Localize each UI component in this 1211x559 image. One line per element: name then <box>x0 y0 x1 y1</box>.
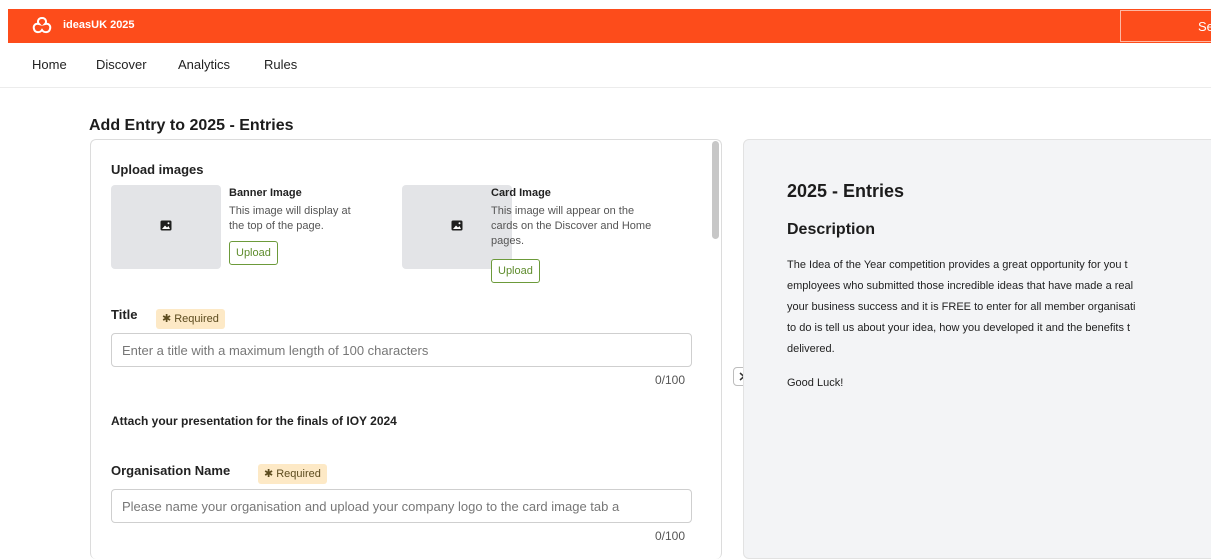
asterisk-icon: ✱ <box>162 313 172 325</box>
form-scrollbar[interactable] <box>712 141 719 239</box>
required-badge: ✱ Required <box>156 309 225 329</box>
organisation-char-counter: 0/100 <box>655 529 686 543</box>
asterisk-icon: ✱ <box>264 468 274 480</box>
description-line: your business success and it is FREE to … <box>787 301 1136 313</box>
banner-image-title: Banner Image <box>229 187 302 199</box>
panel-title: 2025 - Entries <box>787 181 905 201</box>
description-line: delivered. <box>787 343 835 355</box>
title-input[interactable]: Enter a title with a maximum length of 1… <box>111 333 692 367</box>
image-icon <box>451 220 463 231</box>
closing-text: Good Luck! <box>787 377 844 389</box>
panel-subtitle: Description <box>787 221 876 238</box>
ideasuk-logo-icon[interactable] <box>31 16 53 36</box>
nav-item-discover[interactable]: Discover <box>96 57 147 72</box>
top-right-button[interactable]: Se <box>1120 10 1211 42</box>
nav-item-rules[interactable]: Rules <box>264 57 297 72</box>
description-line: to do is tell us about your idea, how yo… <box>787 322 1131 334</box>
app-name: ideasUK 2025 <box>63 19 135 31</box>
main-nav: Home Discover Analytics Rules <box>0 44 1211 88</box>
card-image-description: This image will appear on the cards on t… <box>491 205 652 247</box>
image-icon <box>160 220 172 231</box>
top-bar: ideasUK 2025 Se <box>8 9 1211 43</box>
banner-image-placeholder <box>111 185 221 269</box>
description-line: employees who submitted those incredible… <box>787 280 1134 292</box>
card-upload-button[interactable]: Upload <box>491 259 540 283</box>
attach-presentation-label: Attach your presentation for the finals … <box>111 414 397 428</box>
organisation-name-label: Organisation Name <box>111 463 231 478</box>
organisation-name-input[interactable]: Please name your organisation and upload… <box>111 489 692 523</box>
required-badge: ✱ Required <box>258 464 327 484</box>
nav-item-home[interactable]: Home <box>32 57 67 72</box>
description-line: The Idea of the Year competition provide… <box>787 259 1128 271</box>
page-title: Add Entry to 2025 - Entries <box>89 117 294 134</box>
card-image-title: Card Image <box>491 187 551 199</box>
title-char-counter: 0/100 <box>655 373 686 387</box>
banner-upload-button[interactable]: Upload <box>229 241 278 265</box>
nav-item-analytics[interactable]: Analytics <box>178 57 230 72</box>
banner-image-description: This image will display at the top of th… <box>229 205 351 232</box>
title-label: Title <box>111 307 138 322</box>
upload-images-label: Upload images <box>111 162 204 177</box>
